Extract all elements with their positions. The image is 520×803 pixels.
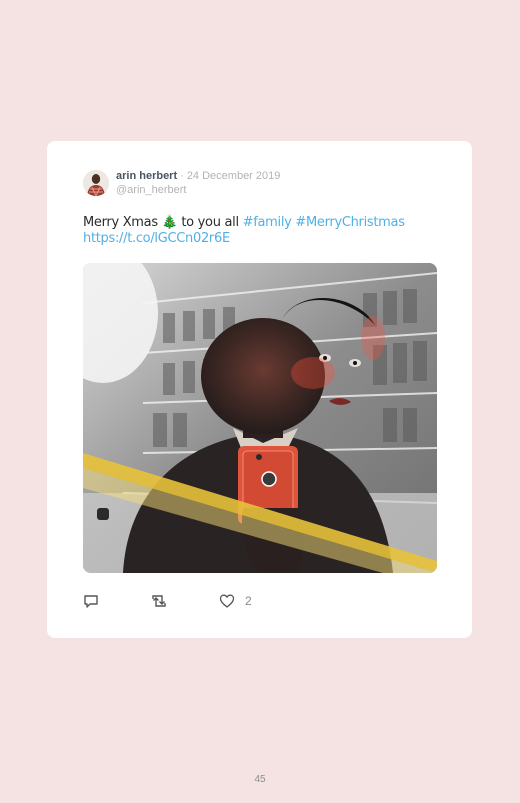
retweet-icon: [150, 593, 168, 609]
reply-icon: [83, 593, 99, 609]
tweet-photo[interactable]: [83, 263, 437, 573]
tweet-actions: 2: [83, 593, 383, 611]
author-name[interactable]: arin herbert: [116, 170, 177, 182]
tweet-text-part: Merry Xmas: [83, 215, 162, 230]
meta-separator: ·: [180, 170, 184, 182]
hashtag-family[interactable]: #family: [243, 215, 292, 230]
heart-icon: [219, 593, 235, 609]
hashtag-merrychristmas[interactable]: #MerryChristmas: [295, 215, 405, 230]
like-count: 2: [245, 594, 252, 608]
tweet-text: Merry Xmas 🎄 to you all #family #MerryCh…: [83, 215, 443, 247]
tweet-card: arin herbert · 24 December 2019 @arin_herb…: [47, 141, 472, 638]
tweet-header: arin herbert · 24 December 2019: [116, 170, 280, 182]
page-number: 45: [254, 774, 266, 785]
christmas-tree-emoji: 🎄: [161, 215, 178, 230]
tweet-text-part: to you all: [177, 215, 243, 230]
author-handle[interactable]: @arin_herbert: [116, 184, 186, 196]
avatar[interactable]: [83, 170, 109, 196]
like-button[interactable]: 2: [219, 593, 252, 609]
reply-button[interactable]: [83, 593, 99, 609]
tweet-link[interactable]: https://t.co/lGCCn02r6E: [83, 231, 230, 246]
retweet-button[interactable]: [150, 593, 168, 609]
tweet-date[interactable]: 24 December 2019: [187, 170, 281, 182]
